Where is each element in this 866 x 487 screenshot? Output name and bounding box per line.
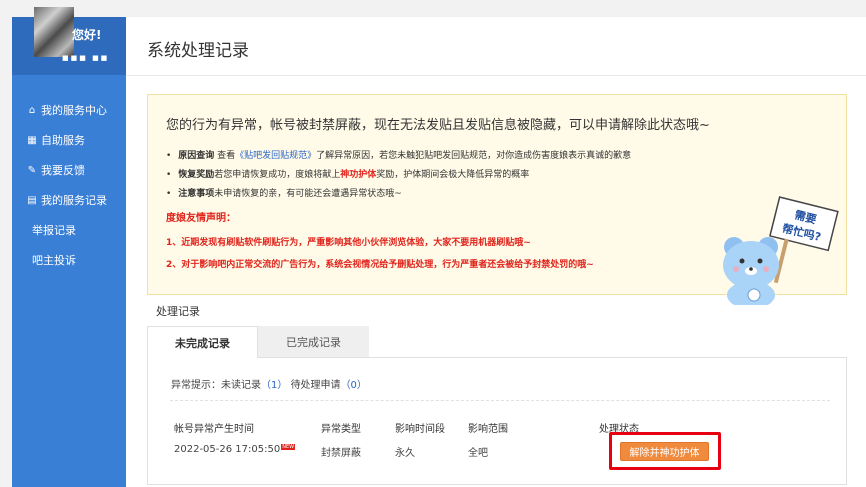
pending-label: 待处理申请 <box>290 380 341 391</box>
row-time-value: 2022-05-26 17:05:50 <box>174 444 281 455</box>
column-header-type: 异常类型 <box>321 424 361 435</box>
sidebar-item-label: 吧主投诉 <box>32 254 76 267</box>
avatar[interactable] <box>34 7 74 57</box>
row-scope: 全吧 <box>468 448 488 459</box>
notice-bullet-reward: 恢复奖励若您申请恢复成功，度娘将献上神功护体奖励，护体期间会极大降低异常的概率 <box>166 166 631 185</box>
unread-label: 异常提示：未读记录 <box>171 380 261 391</box>
sidebar-item-report-records[interactable]: 举报记录 <box>12 215 126 245</box>
sidebar-item-label: 我要反馈 <box>41 164 85 177</box>
home-icon: ⌂ <box>28 104 36 116</box>
declaration-line: 2、对于影响吧内正常交流的广告行为，系统会视情况给予删贴处理，行为严重者还会被给… <box>166 260 594 270</box>
bullet-text: 若您申请恢复成功，度娘将献上 <box>214 170 341 180</box>
records-panel: 异常提示：未读记录（1） 待处理申请（0） 帐号异常产生时间 异常类型 影响时间… <box>147 357 847 485</box>
bullet-label: 恢复奖励 <box>178 170 215 180</box>
tab-incomplete[interactable]: 未完成记录 <box>147 326 258 358</box>
column-header-scope: 影响范围 <box>468 424 508 435</box>
bullet-label: 注意事项 <box>178 189 215 199</box>
bullet-label: 原因查询 <box>178 151 215 161</box>
status-highlight-box: 解除并神功护体 <box>609 432 721 470</box>
sidebar-nav: ⌂ 我的服务中心 ▦ 自助服务 ✎ 我要反馈 ▤ 我的服务记录 举报记录 吧主投… <box>12 95 126 275</box>
bullet-highlight: 神功护体 <box>340 170 377 180</box>
row-type: 封禁屏蔽 <box>321 448 361 459</box>
sidebar-item-feedback[interactable]: ✎ 我要反馈 <box>12 155 126 185</box>
help-bear-mascot[interactable]: 需要 帮忙吗? <box>706 195 846 305</box>
declaration-line: 1、近期发现有刷贴软件刷贴行为，严重影响其他小伙伴浏览体验，大家不要用机器刷贴哦… <box>166 238 531 248</box>
bullet-text: 了解异常原因，若您未触犯贴吧发回贴规范，对你造成伤害度娘表示真诚的歉意 <box>316 151 632 161</box>
title-divider <box>126 75 866 76</box>
sidebar-item-label: 自助服务 <box>41 134 85 147</box>
pencil-icon: ✎ <box>27 164 37 176</box>
column-header-time: 帐号异常产生时间 <box>174 424 254 435</box>
row-time: 2022-05-26 17:05:50 NEW <box>174 444 296 455</box>
pending-count[interactable]: （0） <box>341 380 367 391</box>
sidebar-item-label: 我的服务记录 <box>41 194 107 207</box>
sidebar-item-self-service[interactable]: ▦ 自助服务 <box>12 125 126 155</box>
rules-link[interactable]: 《贴吧发回贴规范》 <box>235 151 316 161</box>
notice-bullet-reason: 原因查询 查看《贴吧发回贴规范》了解异常原因，若您未触犯贴吧发回贴规范，对你造成… <box>166 147 631 166</box>
unread-count[interactable]: （1） <box>261 380 287 391</box>
sidebar-item-moderator-complaint[interactable]: 吧主投诉 <box>12 245 126 275</box>
tab-completed[interactable]: 已完成记录 <box>258 326 369 358</box>
page-title: 系统处理记录 <box>147 41 249 61</box>
bullet-text: 未申请恢复的亲，有可能还会遭遇异常状态哦~ <box>214 189 402 199</box>
declaration-title: 度娘友情声明： <box>166 213 236 224</box>
records-divider <box>170 400 830 401</box>
clipboard-icon: ▤ <box>27 194 37 206</box>
notice-box: 您的行为有异常，帐号被封禁屏蔽，现在无法发贴且发贴信息被隐藏，可以申请解除此状态… <box>147 94 847 305</box>
main-content: 系统处理记录 您的行为有异常，帐号被封禁屏蔽，现在无法发贴且发贴信息被隐藏，可以… <box>126 17 866 487</box>
user-profile: 您好! ■■■ ■■ <box>12 7 126 75</box>
sidebar-item-service-center[interactable]: ⌂ 我的服务中心 <box>12 95 126 125</box>
notice-headline: 您的行为有异常，帐号被封禁屏蔽，现在无法发贴且发贴信息被隐藏，可以申请解除此状态… <box>166 118 710 133</box>
sidebar-item-label: 举报记录 <box>32 224 76 237</box>
new-badge: NEW <box>281 444 296 450</box>
row-duration: 永久 <box>395 448 415 459</box>
bullet-text: 奖励，护体期间会极大降低异常的概率 <box>376 170 530 180</box>
sidebar-item-label: 我的服务中心 <box>41 104 107 117</box>
unblock-and-protect-button[interactable]: 解除并神功护体 <box>620 442 709 461</box>
sidebar-item-service-records[interactable]: ▤ 我的服务记录 <box>12 185 126 215</box>
records-section-title: 处理记录 <box>156 305 200 318</box>
notice-bullets: 原因查询 查看《贴吧发回贴规范》了解异常原因，若您未触犯贴吧发回贴规范，对你造成… <box>166 147 631 204</box>
notice-bullet-attention: 注意事项未申请恢复的亲，有可能还会遭遇异常状态哦~ <box>166 185 631 204</box>
username-masked: ■■■ ■■ <box>62 54 110 62</box>
abnormal-summary: 异常提示：未读记录（1） 待处理申请（0） <box>171 376 367 391</box>
bullet-text: 查看 <box>214 151 236 161</box>
column-header-duration: 影响时间段 <box>395 424 445 435</box>
sidebar: 您好! ■■■ ■■ ⌂ 我的服务中心 ▦ 自助服务 ✎ 我要反馈 ▤ 我的服务… <box>12 7 126 487</box>
greeting-text: 您好! <box>72 28 102 42</box>
grid-icon: ▦ <box>27 134 37 146</box>
